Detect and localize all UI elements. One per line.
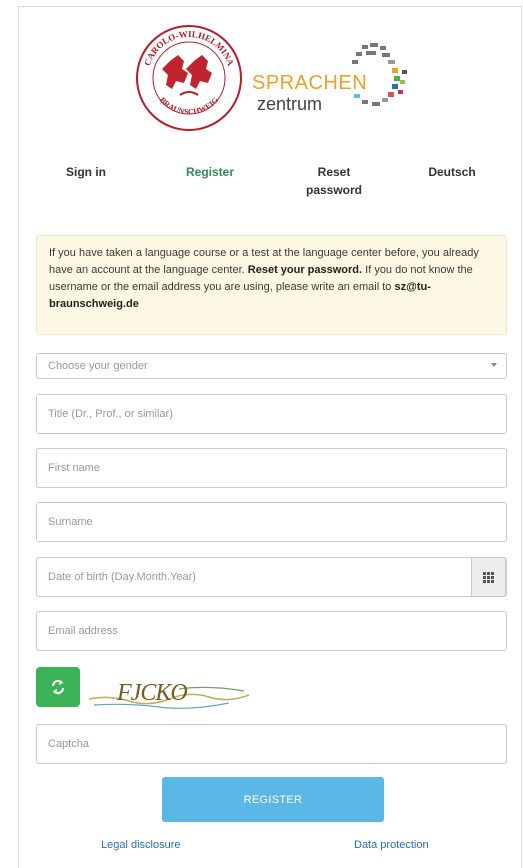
data-protection-link[interactable]: Data protection [354, 839, 429, 851]
chevron-down-icon [491, 363, 497, 367]
title-field-placeholder: Title (Dr., Prof., or similar) [48, 408, 173, 420]
calendar-button[interactable] [471, 557, 506, 597]
tab-sign-in[interactable]: Sign in [60, 163, 112, 181]
captcha-field[interactable]: Captcha [36, 724, 507, 764]
info-alert: If you have taken a language course or a… [36, 235, 507, 335]
auth-tabs: Sign in Register Reset password Deutsch [19, 163, 523, 208]
gender-select-placeholder: Choose your gender [48, 360, 148, 372]
refresh-icon [51, 679, 65, 695]
captcha-text: FJCKO [116, 680, 187, 706]
date-of-birth-field[interactable]: Date of birth (Day.Month.Year) [36, 557, 507, 597]
first-name-placeholder: First name [48, 462, 100, 474]
tab-reset-password[interactable]: Reset password [299, 163, 369, 199]
svg-text:BRAUNSCHWEIG: BRAUNSCHWEIG [158, 95, 220, 116]
registration-card: CAROLO-WILHELMINA BRAUNSCHWEIG SPRACHEN … [18, 6, 522, 868]
reset-password-link[interactable]: Reset your password. [248, 264, 362, 276]
register-button[interactable]: REGISTER [162, 777, 384, 822]
gender-select[interactable]: Choose your gender [36, 353, 507, 379]
calendar-grid-icon [483, 571, 494, 583]
seal-text-bottom: BRAUNSCHWEIG [158, 95, 220, 116]
legal-disclosure-link[interactable]: Legal disclosure [101, 839, 181, 851]
surname-placeholder: Surname [48, 516, 93, 528]
zentrum-text: zentrum [257, 94, 323, 114]
university-seal-logo: CAROLO-WILHELMINA BRAUNSCHWEIG [136, 25, 242, 131]
first-name-field[interactable]: First name [36, 448, 507, 488]
title-field[interactable]: Title (Dr., Prof., or similar) [36, 394, 507, 434]
tab-register[interactable]: Register [174, 163, 246, 181]
captcha-placeholder: Captcha [48, 738, 89, 750]
email-placeholder: Email address [48, 625, 118, 637]
seal-text-top: CAROLO-WILHELMINA [142, 29, 236, 68]
captcha-image: FJCKO [89, 680, 249, 709]
header-logos: CAROLO-WILHELMINA BRAUNSCHWEIG SPRACHEN … [19, 15, 523, 140]
svg-text:CAROLO-WILHELMINA: CAROLO-WILHELMINA [142, 29, 236, 68]
email-field[interactable]: Email address [36, 611, 507, 651]
sprachenzentrum-logo: SPRACHEN zentrum [247, 40, 407, 120]
surname-field[interactable]: Surname [36, 502, 507, 542]
sprachenzentrum-mark-icon [352, 43, 407, 106]
date-of-birth-placeholder: Date of birth (Day.Month.Year) [48, 571, 196, 583]
tab-language-deutsch[interactable]: Deutsch [422, 163, 482, 181]
refresh-captcha-button[interactable] [36, 667, 80, 707]
